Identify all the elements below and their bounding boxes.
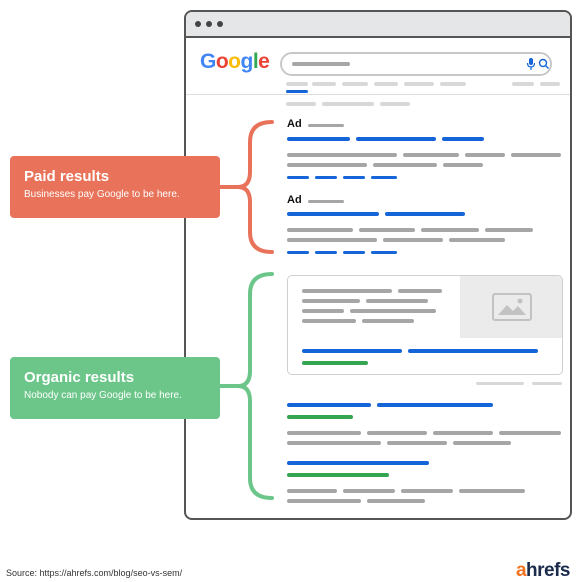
organic-results-subtitle: Nobody can pay Google to be here.: [24, 390, 182, 401]
paid-results-title: Paid results: [24, 168, 110, 185]
paid-results-subtitle: Businesses pay Google to be here.: [24, 189, 180, 200]
organic-bracket: [237, 272, 274, 500]
paid-results-label: Paid results Businesses pay Google to be…: [10, 156, 220, 218]
bracket-overlay: [220, 120, 274, 500]
source-caption: Source: https://ahrefs.com/blog/seo-vs-s…: [6, 568, 183, 578]
paid-bracket: [237, 120, 274, 254]
organic-results-label: Organic results Nobody can pay Google to…: [10, 357, 220, 419]
organic-results-title: Organic results: [24, 369, 135, 386]
ahrefs-logo: ahrefs: [515, 560, 571, 581]
